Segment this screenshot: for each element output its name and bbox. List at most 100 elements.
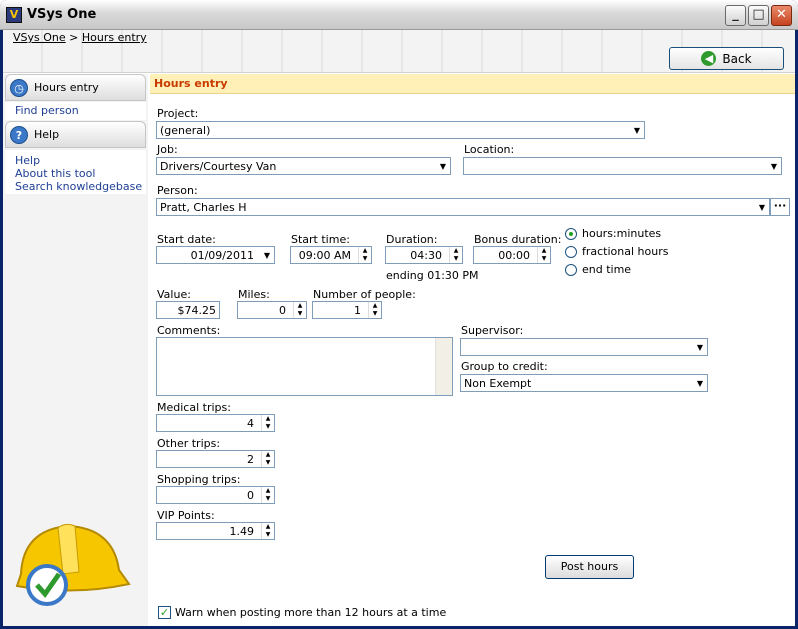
radio-label: hours:minutes — [582, 227, 662, 240]
radio-end-time[interactable]: end time — [565, 263, 631, 276]
sidebar-item-search-kb[interactable]: Search knowledgebase — [15, 180, 146, 193]
spinner-arrows-icon[interactable]: ▲ ▼ — [449, 247, 462, 263]
chevron-down-icon[interactable]: ▼ — [629, 122, 644, 138]
hard-hat-mascot-icon — [15, 523, 131, 606]
start-date-picker[interactable]: 01/09/2011 ▼ — [156, 246, 275, 264]
spinner-arrows-icon[interactable]: ▲ ▼ — [293, 302, 306, 318]
vip-points-value: 1.49 — [229, 525, 255, 538]
project-value: (general) — [160, 124, 211, 137]
sidebar-hours-links: Find person — [5, 102, 146, 120]
spinner-arrows-icon[interactable]: ▲ ▼ — [537, 247, 550, 263]
spinner-arrows-icon[interactable]: ▲ ▼ — [261, 487, 274, 503]
start-date-label: Start date: — [157, 233, 216, 246]
job-value: Drivers/Courtesy Van — [160, 160, 277, 173]
group-to-credit-label: Group to credit: — [461, 360, 548, 373]
comments-scrollbar[interactable] — [435, 338, 452, 395]
job-label: Job: — [157, 143, 178, 156]
sidebar-section-title: Hours entry — [34, 81, 99, 94]
minimize-button[interactable]: _ — [725, 5, 746, 26]
start-time-value: 09:00 AM — [298, 249, 351, 262]
sidebar-section-hours-entry[interactable]: ◷ Hours entry — [5, 74, 146, 101]
spinner-arrows-icon[interactable]: ▲ ▼ — [358, 247, 371, 263]
job-select[interactable]: Drivers/Courtesy Van ▼ — [156, 157, 451, 175]
spinner-arrows-icon[interactable]: ▲ ▼ — [261, 415, 274, 431]
person-value: Pratt, Charles H — [160, 201, 247, 214]
radio-fractional-hours[interactable]: fractional hours — [565, 245, 668, 258]
supervisor-select[interactable]: ▼ — [460, 338, 708, 356]
duration-stepper[interactable]: 04:30 ▲ ▼ — [385, 246, 463, 264]
other-trips-label: Other trips: — [157, 437, 221, 450]
chevron-down-icon[interactable]: ▼ — [435, 158, 450, 174]
radio-unselected-icon — [565, 245, 577, 258]
radio-hours-minutes[interactable]: hours:minutes — [565, 227, 661, 240]
project-select[interactable]: (general) ▼ — [156, 121, 645, 139]
sidebar-item-find-person[interactable]: Find person — [15, 104, 146, 117]
help-icon: ? — [10, 125, 28, 144]
people-stepper[interactable]: 1 ▲ ▼ — [312, 301, 382, 319]
other-trips-value: 2 — [247, 453, 254, 466]
top-banner: VSys One > Hours entry ◀ Back — [3, 30, 795, 73]
back-button[interactable]: ◀ Back — [669, 47, 784, 70]
vip-points-stepper[interactable]: 1.49 ▲ ▼ — [156, 522, 275, 540]
chevron-down-icon[interactable]: ▼ — [692, 375, 707, 391]
breadcrumb-root-link[interactable]: VSys One — [13, 31, 66, 44]
breadcrumb-current-link[interactable]: Hours entry — [82, 31, 147, 44]
checkbox-checked-icon[interactable]: ✓ — [158, 606, 171, 619]
medical-trips-stepper[interactable]: 4 ▲ ▼ — [156, 414, 275, 432]
title-bar: V VSys One _ □ ✕ — [0, 0, 798, 30]
group-to-credit-value: Non Exempt — [464, 377, 532, 390]
person-select[interactable]: Pratt, Charles H ▼ — [156, 198, 770, 216]
warn-checkbox-label: Warn when posting more than 12 hours at … — [175, 606, 447, 619]
breadcrumb-separator: > — [69, 31, 79, 44]
group-to-credit-select[interactable]: Non Exempt ▼ — [460, 374, 708, 392]
comments-textarea[interactable] — [156, 337, 453, 396]
people-label: Number of people: — [313, 288, 416, 301]
people-value: 1 — [354, 304, 361, 317]
bonus-duration-stepper[interactable]: 00:00 ▲ ▼ — [473, 246, 551, 264]
sidebar-section-help[interactable]: ? Help — [5, 121, 146, 148]
app-logo-icon: V — [6, 7, 22, 23]
miles-stepper[interactable]: 0 ▲ ▼ — [237, 301, 307, 319]
spinner-arrows-icon[interactable]: ▲ ▼ — [261, 451, 274, 467]
radio-label: fractional hours — [582, 245, 669, 258]
location-label: Location: — [464, 143, 515, 156]
sidebar-item-help[interactable]: Help — [15, 154, 146, 167]
spinner-arrows-icon[interactable]: ▲ ▼ — [261, 523, 274, 539]
maximize-button[interactable]: □ — [748, 5, 769, 26]
warn-checkbox-row[interactable]: ✓ Warn when posting more than 12 hours a… — [158, 606, 446, 619]
window-title: VSys One — [27, 7, 97, 22]
miles-label: Miles: — [238, 288, 270, 301]
duration-label: Duration: — [386, 233, 438, 246]
close-button[interactable]: ✕ — [771, 5, 792, 26]
value-input[interactable]: $74.25 — [156, 301, 220, 319]
post-hours-button[interactable]: Post hours — [545, 555, 634, 579]
spinner-arrows-icon[interactable]: ▲ ▼ — [368, 302, 381, 318]
shopping-trips-value: 0 — [247, 489, 254, 502]
start-time-stepper[interactable]: 09:00 AM ▲ ▼ — [290, 246, 372, 264]
other-trips-stepper[interactable]: 2 ▲ ▼ — [156, 450, 275, 468]
chevron-down-icon[interactable]: ▼ — [754, 199, 769, 215]
start-time-label: Start time: — [291, 233, 350, 246]
value-label: Value: — [157, 288, 191, 301]
chevron-down-icon[interactable]: ▼ — [766, 158, 781, 174]
shopping-trips-label: Shopping trips: — [157, 473, 241, 486]
person-lookup-button[interactable]: ··· — [770, 198, 790, 216]
medical-trips-value: 4 — [247, 417, 254, 430]
back-button-label: Back — [722, 51, 752, 66]
comments-label: Comments: — [157, 324, 221, 337]
back-arrow-icon: ◀ — [701, 51, 717, 66]
sidebar: ◷ Hours entry Find person ? Help Help Ab… — [3, 74, 148, 626]
vip-points-label: VIP Points: — [157, 509, 215, 522]
radio-unselected-icon — [565, 263, 577, 276]
duration-value: 04:30 — [410, 249, 442, 262]
medical-trips-label: Medical trips: — [157, 401, 231, 414]
bonus-duration-label: Bonus duration: — [474, 233, 562, 246]
start-date-value: 01/09/2011 — [190, 249, 254, 262]
sidebar-item-about[interactable]: About this tool — [15, 167, 146, 180]
radio-label: end time — [582, 263, 632, 276]
calendar-dropdown-icon[interactable]: ▼ — [259, 247, 274, 263]
chevron-down-icon[interactable]: ▼ — [692, 339, 707, 355]
shopping-trips-stepper[interactable]: 0 ▲ ▼ — [156, 486, 275, 504]
location-select[interactable]: ▼ — [463, 157, 782, 175]
client-area: VSys One > Hours entry ◀ Back ◷ Hours en… — [3, 30, 795, 626]
